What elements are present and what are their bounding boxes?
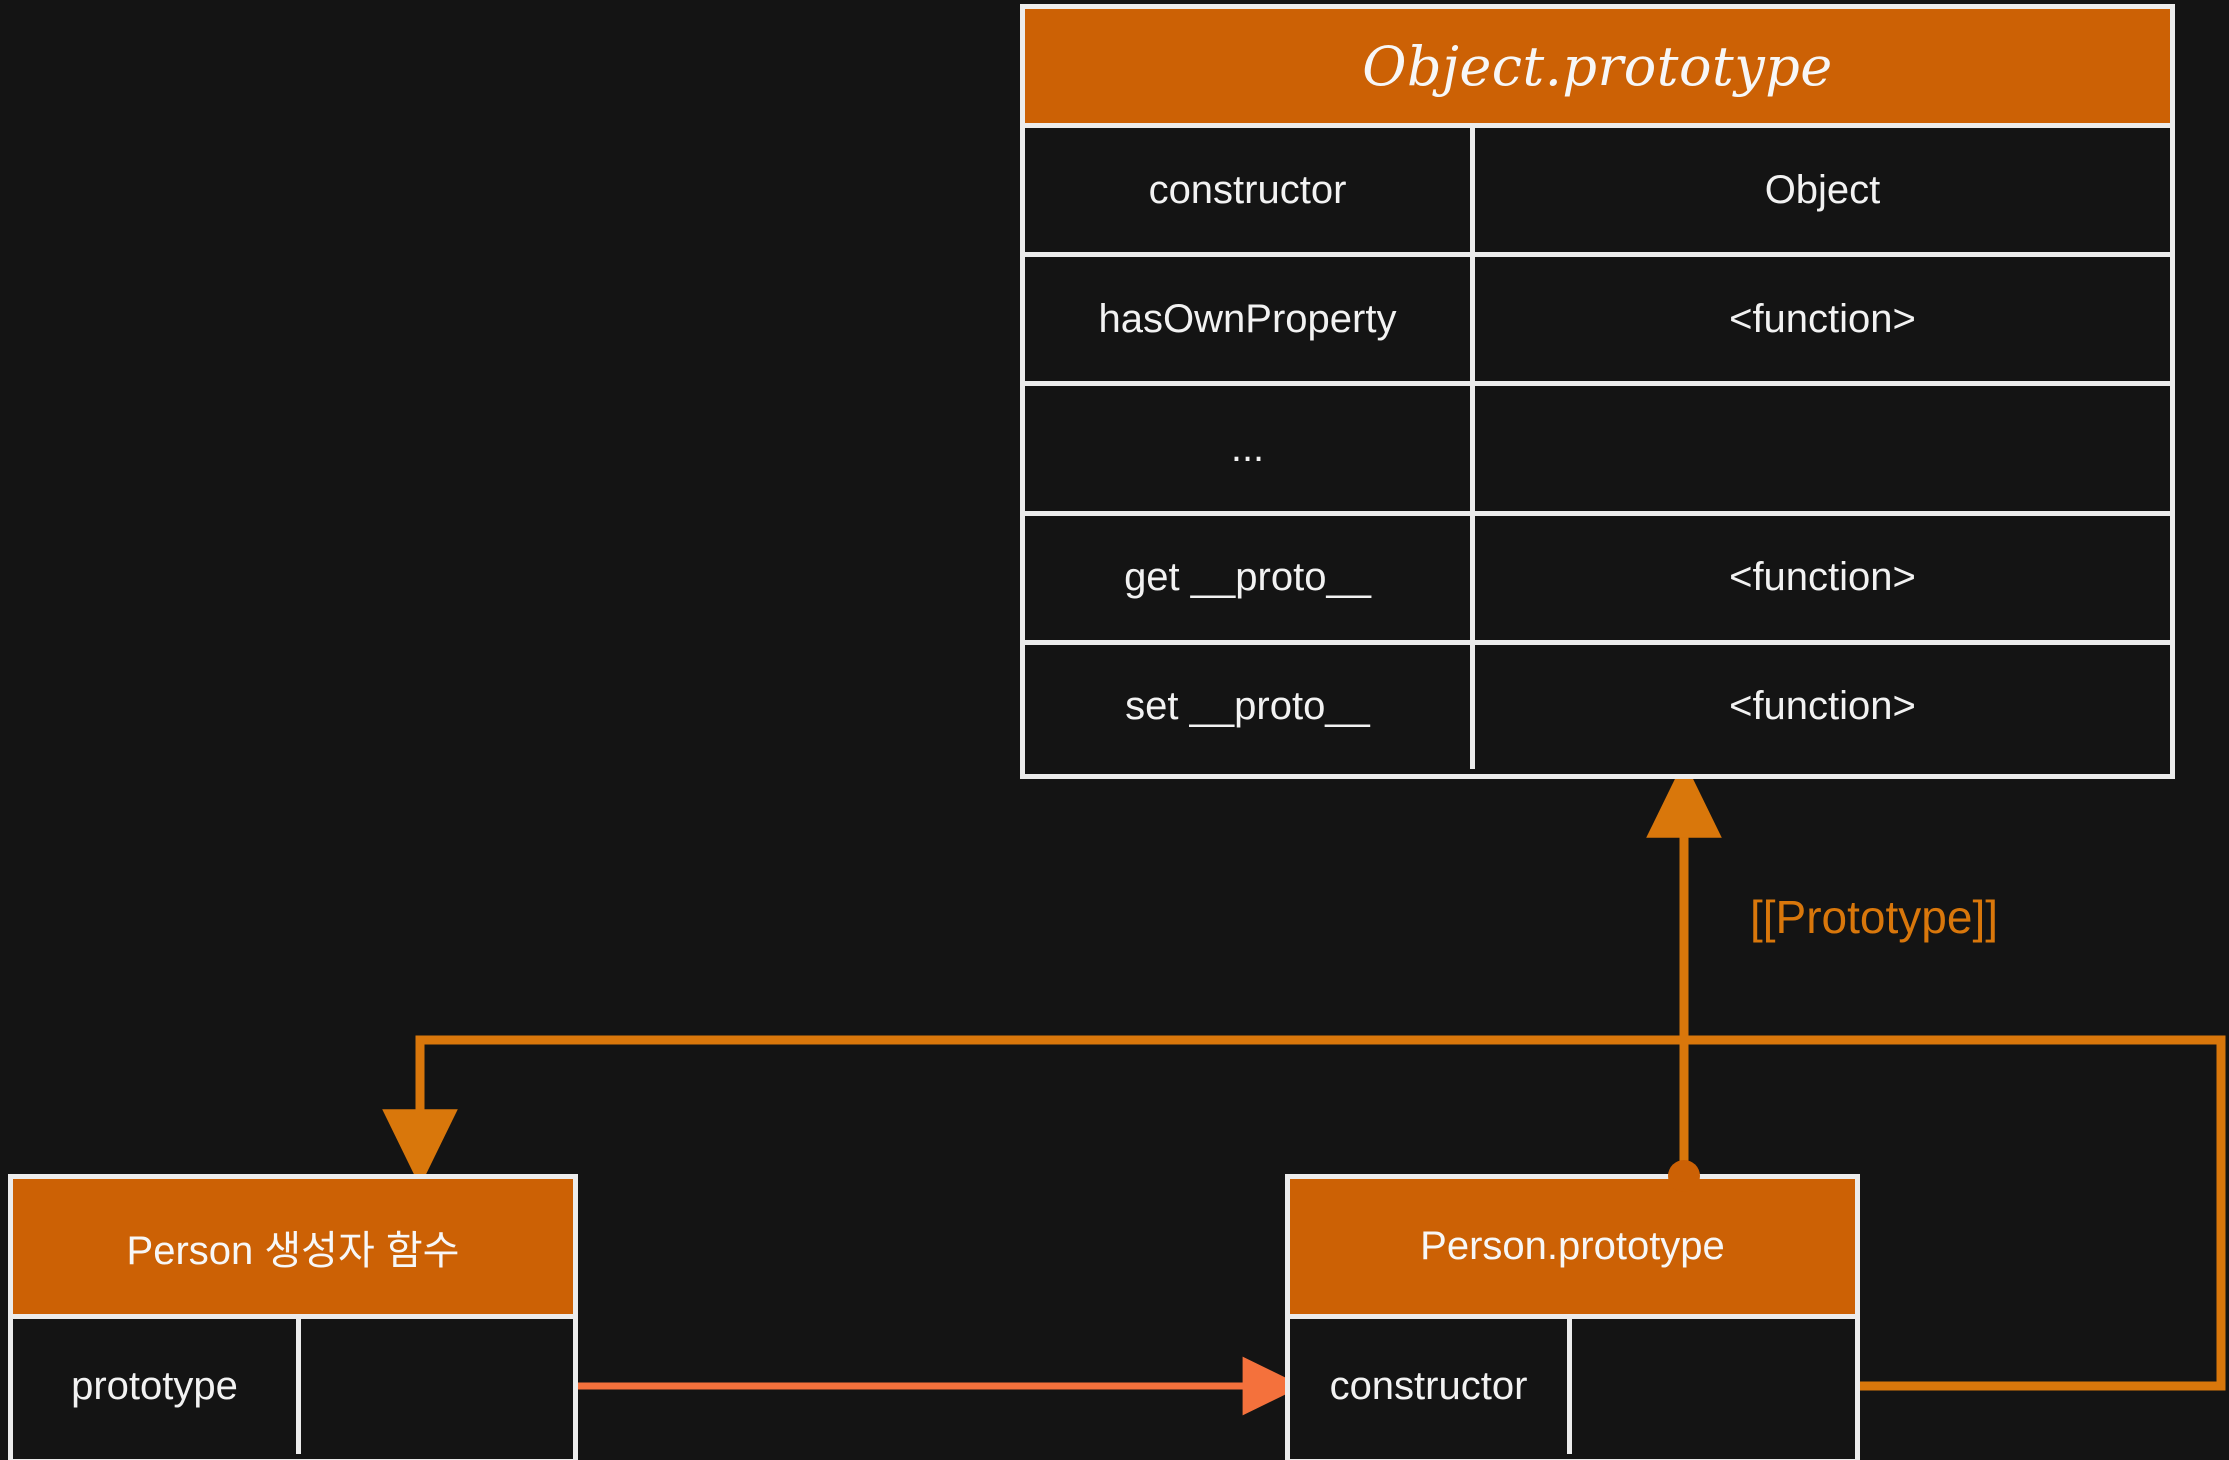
- property-key: ...: [1025, 386, 1475, 511]
- property-value: Object: [1764, 167, 1881, 212]
- object-prototype-title: Object.prototype: [1025, 9, 2170, 128]
- property-value: [1475, 386, 2170, 510]
- property-key: set __proto__: [1025, 644, 1475, 770]
- property-key: hasOwnProperty: [1025, 257, 1475, 382]
- table-row: hasOwnProperty <function>: [1025, 257, 2170, 387]
- person-constructor-card: Person 생성자 함수 prototype: [8, 1174, 578, 1460]
- prototype-slot-value: [301, 1319, 573, 1454]
- table-row: get __proto__ <function>: [1025, 515, 2170, 645]
- table-row: set __proto__ <function>: [1025, 644, 2170, 770]
- table-row: constructor Object: [1025, 128, 2170, 258]
- person-prototype-card: Person.prototype constructor: [1285, 1174, 1860, 1460]
- prototype-link-anchor-dot-icon: [1668, 1160, 1700, 1192]
- prototype-slot-label: prototype: [13, 1319, 301, 1454]
- person-prototype-title: Person.prototype: [1290, 1179, 1855, 1319]
- property-value: <function>: [1729, 684, 1916, 729]
- object-prototype-card: Object.prototype constructor Object hasO…: [1020, 4, 2175, 779]
- person-constructor-slot-row: prototype: [13, 1319, 573, 1454]
- diagram-canvas: Object.prototype (vertical) --> right, u…: [0, 0, 2229, 1460]
- object-prototype-property-table: constructor Object hasOwnProperty <funct…: [1025, 128, 2170, 770]
- property-key: get __proto__: [1025, 515, 1475, 640]
- property-value: <function>: [1729, 555, 1916, 600]
- person-constructor-title: Person 생성자 함수: [13, 1179, 573, 1319]
- constructor-slot-value: [1572, 1319, 1855, 1454]
- person-prototype-slot-row: constructor: [1290, 1319, 1855, 1454]
- prototype-internal-slot-label: [[Prototype]]: [1750, 891, 1999, 943]
- constructor-slot-label: constructor: [1290, 1319, 1572, 1454]
- table-row: ...: [1025, 386, 2170, 516]
- property-value: <function>: [1729, 296, 1916, 341]
- property-key: constructor: [1025, 128, 1475, 253]
